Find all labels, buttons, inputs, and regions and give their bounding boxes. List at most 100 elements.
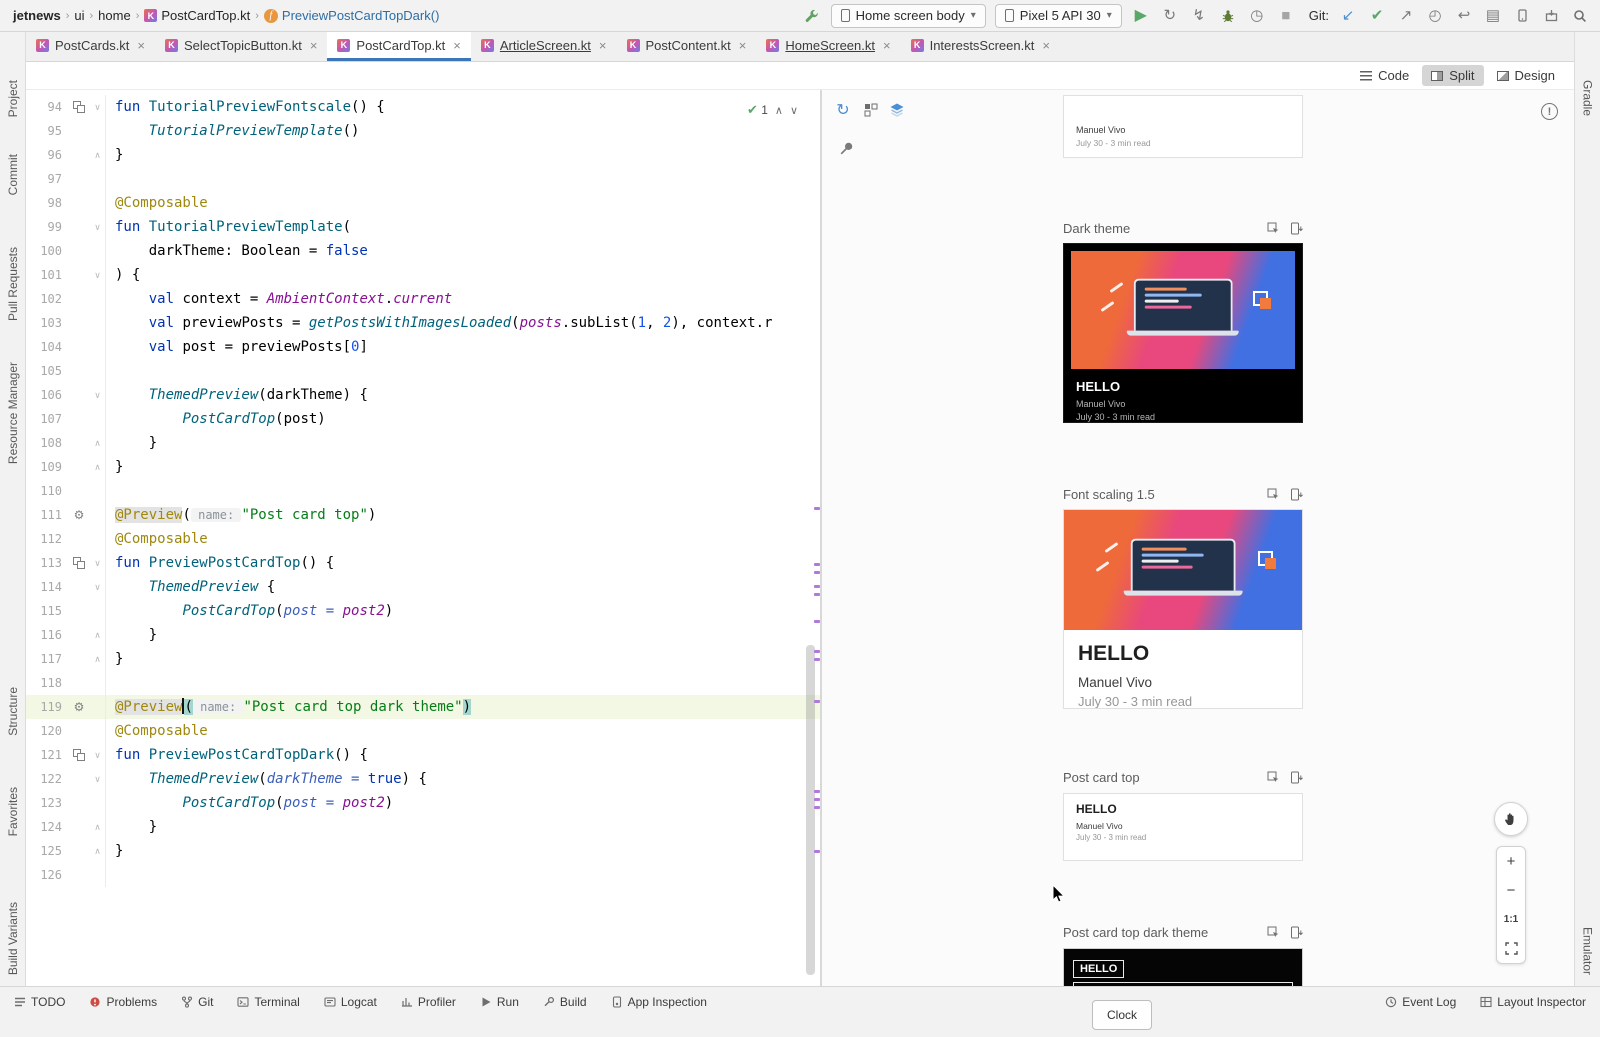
search-icon[interactable] — [1570, 6, 1590, 26]
device-manager-icon[interactable] — [1512, 6, 1532, 26]
code-area[interactable]: 94∨fun TutorialPreviewFontscale() {95 Tu… — [26, 90, 820, 887]
tab-postcardtop-kt[interactable]: KPostCardTop.kt× — [327, 32, 470, 61]
code-line[interactable]: 112@Composable — [26, 527, 820, 551]
code-line[interactable]: 107 PostCardTop(post) — [26, 407, 820, 431]
statusbar-profiler[interactable]: Profiler — [401, 995, 456, 1009]
sdk-manager-icon[interactable] — [1541, 6, 1561, 26]
debug-button[interactable] — [1218, 6, 1238, 26]
code-line[interactable]: 95 TutorialPreviewTemplate() — [26, 119, 820, 143]
close-icon[interactable]: × — [137, 38, 145, 53]
prev-problem-icon[interactable]: ∧ — [775, 104, 783, 117]
zoom-in-button[interactable]: + — [1497, 847, 1525, 876]
code-line[interactable]: 111⚙@Preview( name: "Post card top") — [26, 503, 820, 527]
deploy-preview-icon[interactable] — [1289, 488, 1303, 502]
code-line[interactable]: 114∨ ThemedPreview { — [26, 575, 820, 599]
editor-scrollbar[interactable] — [806, 645, 815, 975]
code-line[interactable]: 105 — [26, 359, 820, 383]
code-line[interactable]: 94∨fun TutorialPreviewFontscale() { — [26, 95, 820, 119]
tool-strip-emulator[interactable]: Emulator — [1575, 927, 1600, 975]
fold-marker[interactable]: ∨ — [90, 767, 106, 791]
fold-marker[interactable]: ∨ — [90, 95, 106, 119]
code-line[interactable]: 101∨) { — [26, 263, 820, 287]
code-line[interactable]: 110 — [26, 479, 820, 503]
layout-inspector-toolbar-icon[interactable]: ▤ — [1483, 6, 1503, 26]
fold-marker[interactable]: ∧ — [90, 815, 106, 839]
view-mode-code[interactable]: Code — [1351, 65, 1418, 86]
breadcrumb-item[interactable]: jetnews — [10, 8, 64, 23]
statusbar-layout-inspector[interactable]: Layout Inspector — [1480, 995, 1586, 1009]
tool-strip-gradle[interactable]: Gradle — [1575, 80, 1600, 116]
statusbar-app-inspection[interactable]: App Inspection — [611, 995, 707, 1009]
fold-marker[interactable]: ∨ — [90, 575, 106, 599]
preview-settings-gutter-icon[interactable]: ⚙ — [74, 695, 85, 719]
pan-hand-button[interactable] — [1494, 802, 1528, 836]
statusbar-terminal[interactable]: Terminal — [237, 995, 299, 1009]
run-config-dropdown[interactable]: Home screen body ▾ — [831, 4, 986, 28]
statusbar-build[interactable]: Build — [543, 995, 587, 1009]
fold-marker[interactable]: ∨ — [90, 263, 106, 287]
git-rollback-icon[interactable]: ↩ — [1454, 6, 1474, 26]
breadcrumb-item[interactable]: fPreviewPostCardTopDark() — [261, 8, 443, 23]
fold-marker[interactable]: ∧ — [90, 623, 106, 647]
stop-button[interactable]: ■ — [1276, 6, 1296, 26]
device-dropdown[interactable]: Pixel 5 API 30 ▾ — [995, 4, 1122, 28]
code-line[interactable]: 125∧} — [26, 839, 820, 863]
fold-marker[interactable]: ∧ — [90, 839, 106, 863]
close-icon[interactable]: × — [739, 38, 747, 53]
statusbar-logcat[interactable]: Logcat — [324, 995, 377, 1009]
code-line[interactable]: 113∨fun PreviewPostCardTop() { — [26, 551, 820, 575]
run-preview-gutter-icon[interactable] — [73, 749, 85, 761]
view-mode-design[interactable]: Design — [1488, 65, 1564, 86]
pin-icon[interactable] — [838, 140, 856, 158]
statusbar-run[interactable]: Run — [480, 995, 519, 1009]
code-line[interactable]: 119⚙@Preview( name: "Post card top dark … — [26, 695, 820, 719]
fold-marker[interactable]: ∨ — [90, 383, 106, 407]
code-line[interactable]: 123 PostCardTop(post = post2) — [26, 791, 820, 815]
zoom-reset-button[interactable]: 1:1 — [1497, 905, 1525, 934]
build-refresh-icon[interactable]: ↻ — [834, 101, 852, 119]
code-line[interactable]: 124∧ } — [26, 815, 820, 839]
close-icon[interactable]: × — [883, 38, 891, 53]
tool-strip-favorites[interactable]: Favorites — [0, 787, 25, 836]
fold-marker[interactable]: ∧ — [90, 431, 106, 455]
interactive-preview-icon[interactable] — [1266, 926, 1280, 940]
code-line[interactable]: 126 — [26, 863, 820, 887]
code-line[interactable]: 120@Composable — [26, 719, 820, 743]
statusbar-todo[interactable]: TODO — [14, 995, 65, 1009]
deploy-preview-icon[interactable] — [1289, 771, 1303, 785]
code-line[interactable]: 106∨ ThemedPreview(darkTheme) { — [26, 383, 820, 407]
run-preview-gutter-icon[interactable] — [73, 101, 85, 113]
tool-strip-resource-manager[interactable]: Resource Manager — [0, 362, 25, 464]
code-line[interactable]: 99∨fun TutorialPreviewTemplate( — [26, 215, 820, 239]
apply-changes-icon[interactable]: ↻ — [1160, 6, 1180, 26]
statusbar-problems[interactable]: Problems — [89, 995, 157, 1009]
tab-interestsscreen-kt[interactable]: KInterestsScreen.kt× — [901, 32, 1060, 61]
tab-selecttopicbutton-kt[interactable]: KSelectTopicButton.kt× — [155, 32, 327, 61]
code-line[interactable]: 100 darkTheme: Boolean = false — [26, 239, 820, 263]
tab-homescreen-kt[interactable]: KHomeScreen.kt× — [756, 32, 900, 61]
fold-marker[interactable]: ∧ — [90, 455, 106, 479]
fold-marker[interactable]: ∧ — [90, 647, 106, 671]
code-line[interactable]: 103 val previewPosts = getPostsWithImage… — [26, 311, 820, 335]
tool-strip-project[interactable]: Project — [0, 80, 25, 117]
statusbar-git[interactable]: Git — [181, 995, 213, 1009]
git-commit-icon[interactable]: ✔ — [1367, 6, 1387, 26]
code-line[interactable]: 116∧ } — [26, 623, 820, 647]
code-line[interactable]: 97 — [26, 167, 820, 191]
breadcrumb-item[interactable]: KPostCardTop.kt — [141, 8, 253, 23]
tool-strip-build-variants[interactable]: Build Variants — [0, 902, 25, 975]
close-icon[interactable]: × — [453, 38, 461, 53]
zoom-out-button[interactable]: − — [1497, 876, 1525, 905]
inspection-widget[interactable]: ✔ 1 ∧ ∨ — [747, 102, 798, 118]
tool-strip-commit[interactable]: Commit — [0, 154, 25, 195]
view-mode-split[interactable]: Split — [1422, 65, 1483, 86]
code-line[interactable]: 118 — [26, 671, 820, 695]
tool-strip-structure[interactable]: Structure — [0, 687, 25, 736]
fold-marker[interactable]: ∧ — [90, 143, 106, 167]
git-update-icon[interactable]: ↙ — [1338, 6, 1358, 26]
zoom-to-fit-button[interactable] — [1497, 934, 1525, 963]
clock-button[interactable]: Clock — [1092, 1000, 1152, 1030]
deploy-preview-icon[interactable] — [1289, 222, 1303, 236]
next-problem-icon[interactable]: ∨ — [790, 104, 798, 117]
git-push-icon[interactable]: ↗ — [1396, 6, 1416, 26]
